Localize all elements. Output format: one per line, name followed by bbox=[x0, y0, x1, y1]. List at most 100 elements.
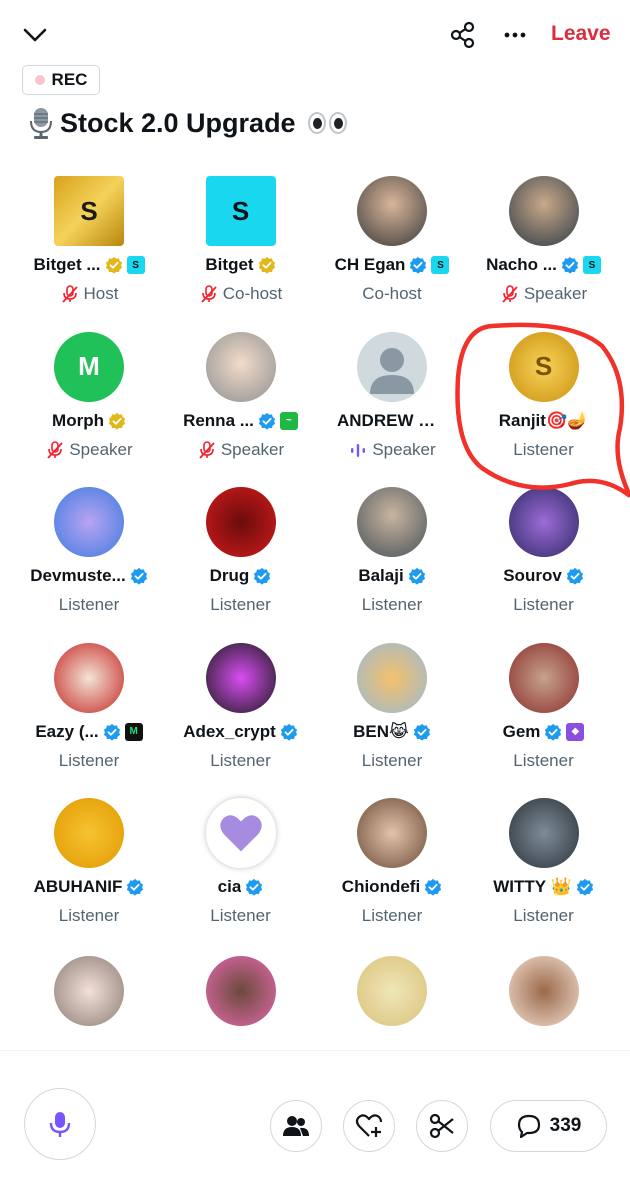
gem-avatar[interactable] bbox=[508, 642, 579, 713]
space-title: Stock 2.0 Upgrade bbox=[28, 106, 347, 140]
participant-card[interactable]: Balaji Listener bbox=[316, 481, 468, 631]
participant-card[interactable]: ABUHANIF Listener bbox=[13, 792, 165, 942]
participant-card[interactable]: Eazy (... M Listener bbox=[13, 637, 165, 787]
participant-card[interactable] bbox=[316, 950, 468, 1030]
participant-role-row: Listener bbox=[13, 751, 165, 771]
participant-role: Listener bbox=[513, 906, 574, 925]
verified-badge-icon bbox=[246, 878, 263, 896]
participant-card[interactable]: Drug Listener bbox=[165, 481, 317, 631]
participant-card[interactable]: cia Listener bbox=[165, 792, 317, 942]
participant-role: Co-host bbox=[362, 284, 422, 303]
verified-badge-icon bbox=[258, 412, 276, 430]
participant-card[interactable]: BEN😹 Listener bbox=[316, 637, 468, 787]
andrew-avatar[interactable] bbox=[357, 331, 427, 402]
participant-role: Speaker bbox=[69, 439, 133, 459]
eazy-avatar[interactable] bbox=[54, 642, 124, 713]
participant-role: Listener bbox=[361, 750, 423, 770]
bitget-logo-avatar[interactable]: S bbox=[205, 176, 276, 246]
mic-muted-icon bbox=[199, 440, 215, 459]
verified-badge-icon bbox=[408, 567, 425, 585]
abuhanif-avatar[interactable] bbox=[54, 798, 124, 868]
more-options-icon[interactable] bbox=[500, 20, 530, 50]
partial-avatar-1[interactable] bbox=[54, 955, 124, 1026]
participant-name: cia bbox=[217, 877, 242, 896]
participant-role: Listener bbox=[58, 906, 120, 925]
participant-name-row: Drug bbox=[165, 566, 317, 586]
participant-card[interactable]: CH Egan S Co-host bbox=[316, 170, 468, 320]
verified-badge-icon bbox=[425, 878, 442, 896]
participant-role-row: Speaker bbox=[13, 440, 165, 460]
ben-avatar[interactable] bbox=[357, 642, 427, 713]
leave-button[interactable]: Leave bbox=[551, 22, 611, 46]
participant-card[interactable]: Gem ◆ Listener bbox=[468, 637, 620, 787]
verified-badge-icon bbox=[413, 723, 430, 741]
adex-avatar[interactable] bbox=[205, 642, 276, 713]
drug-avatar[interactable] bbox=[205, 487, 276, 557]
verified-badge-icon bbox=[280, 723, 297, 741]
nacho-avatar[interactable] bbox=[508, 176, 579, 246]
partial-avatar-4[interactable] bbox=[508, 955, 579, 1026]
participant-name: Bitget ... bbox=[33, 255, 101, 274]
participant-name-row: ABUHANIF bbox=[13, 877, 165, 897]
participant-card[interactable]: WITTY 👑 Listener bbox=[468, 792, 620, 942]
balaji-avatar[interactable] bbox=[357, 487, 427, 557]
renna-avatar[interactable] bbox=[205, 331, 276, 402]
participant-role-row: Speaker bbox=[316, 440, 468, 460]
participant-card[interactable]: M Morph Speaker bbox=[13, 326, 165, 476]
participant-name-row: Devmuste... bbox=[13, 566, 165, 586]
participant-card[interactable]: Nacho ... S Speaker bbox=[468, 170, 620, 320]
devmuste-avatar[interactable] bbox=[54, 487, 124, 557]
participant-card[interactable]: Sourov Listener bbox=[468, 481, 620, 631]
bitget-tradfi-avatar[interactable]: S bbox=[54, 176, 124, 246]
participant-card[interactable]: Chiondefi Listener bbox=[316, 792, 468, 942]
participant-card[interactable]: S Bitget Co-host bbox=[165, 170, 317, 320]
partial-avatar-2[interactable] bbox=[205, 955, 276, 1026]
chiondefi-avatar[interactable] bbox=[357, 798, 427, 868]
verified-badge-icon bbox=[254, 567, 271, 585]
participant-name: Renna ... bbox=[183, 410, 254, 430]
participant-role: Listener bbox=[513, 595, 574, 614]
recording-dot-icon bbox=[34, 75, 45, 85]
eyes-emoji-icon bbox=[307, 112, 347, 134]
microphone-icon bbox=[49, 1112, 71, 1137]
participant-role: Listener bbox=[210, 906, 271, 925]
participant-role-row: Listener bbox=[468, 906, 620, 926]
mic-muted-icon bbox=[61, 285, 78, 303]
verified-badge-icon bbox=[545, 723, 562, 741]
participant-name-row: Adex_crypt bbox=[165, 722, 317, 742]
chevron-down-icon[interactable] bbox=[20, 20, 50, 50]
participant-role: Co-host bbox=[222, 284, 283, 303]
participant-card[interactable]: Adex_crypt Listener bbox=[165, 637, 317, 787]
participant-name-row: Sourov bbox=[468, 566, 620, 586]
participant-name: Morph bbox=[52, 410, 104, 430]
gold-verified-badge-icon bbox=[258, 256, 275, 274]
participant-name: BEN😹 bbox=[353, 721, 409, 741]
participant-name: WITTY 👑 bbox=[493, 877, 572, 896]
witty-avatar[interactable] bbox=[508, 798, 579, 868]
bitget-logo-icon: S bbox=[431, 256, 450, 274]
participant-card[interactable] bbox=[165, 950, 317, 1030]
participant-role-row: Listener bbox=[468, 595, 620, 615]
participant-card[interactable]: ANDREW DEA... Speaker bbox=[316, 326, 468, 476]
comments-button[interactable]: 339 bbox=[490, 1100, 607, 1152]
participant-role: Speaker bbox=[372, 439, 436, 459]
participant-role: Listener bbox=[58, 750, 120, 770]
participant-card[interactable] bbox=[468, 950, 620, 1030]
cia-avatar[interactable] bbox=[205, 798, 276, 868]
speaking-wave-icon bbox=[351, 443, 366, 457]
participant-name: Eazy (... bbox=[35, 721, 99, 741]
ch-egan-avatar[interactable] bbox=[357, 176, 427, 246]
share-icon[interactable] bbox=[448, 20, 478, 50]
participant-role-row: Speaker bbox=[468, 284, 620, 304]
participants-button[interactable] bbox=[270, 1100, 322, 1152]
participant-card[interactable]: Devmuste... Listener bbox=[13, 481, 165, 631]
participant-card[interactable]: Renna ... ~ Speaker bbox=[165, 326, 317, 476]
clip-button[interactable] bbox=[416, 1100, 468, 1152]
react-button[interactable] bbox=[343, 1100, 395, 1152]
participant-card[interactable]: S Bitget ... S Host bbox=[13, 170, 165, 320]
partial-avatar-3[interactable] bbox=[357, 955, 427, 1026]
participant-name-row: Nacho ... S bbox=[468, 255, 620, 275]
morph-avatar[interactable]: M bbox=[54, 331, 124, 402]
request-mic-button[interactable] bbox=[24, 1088, 96, 1160]
participant-card[interactable] bbox=[13, 950, 165, 1030]
